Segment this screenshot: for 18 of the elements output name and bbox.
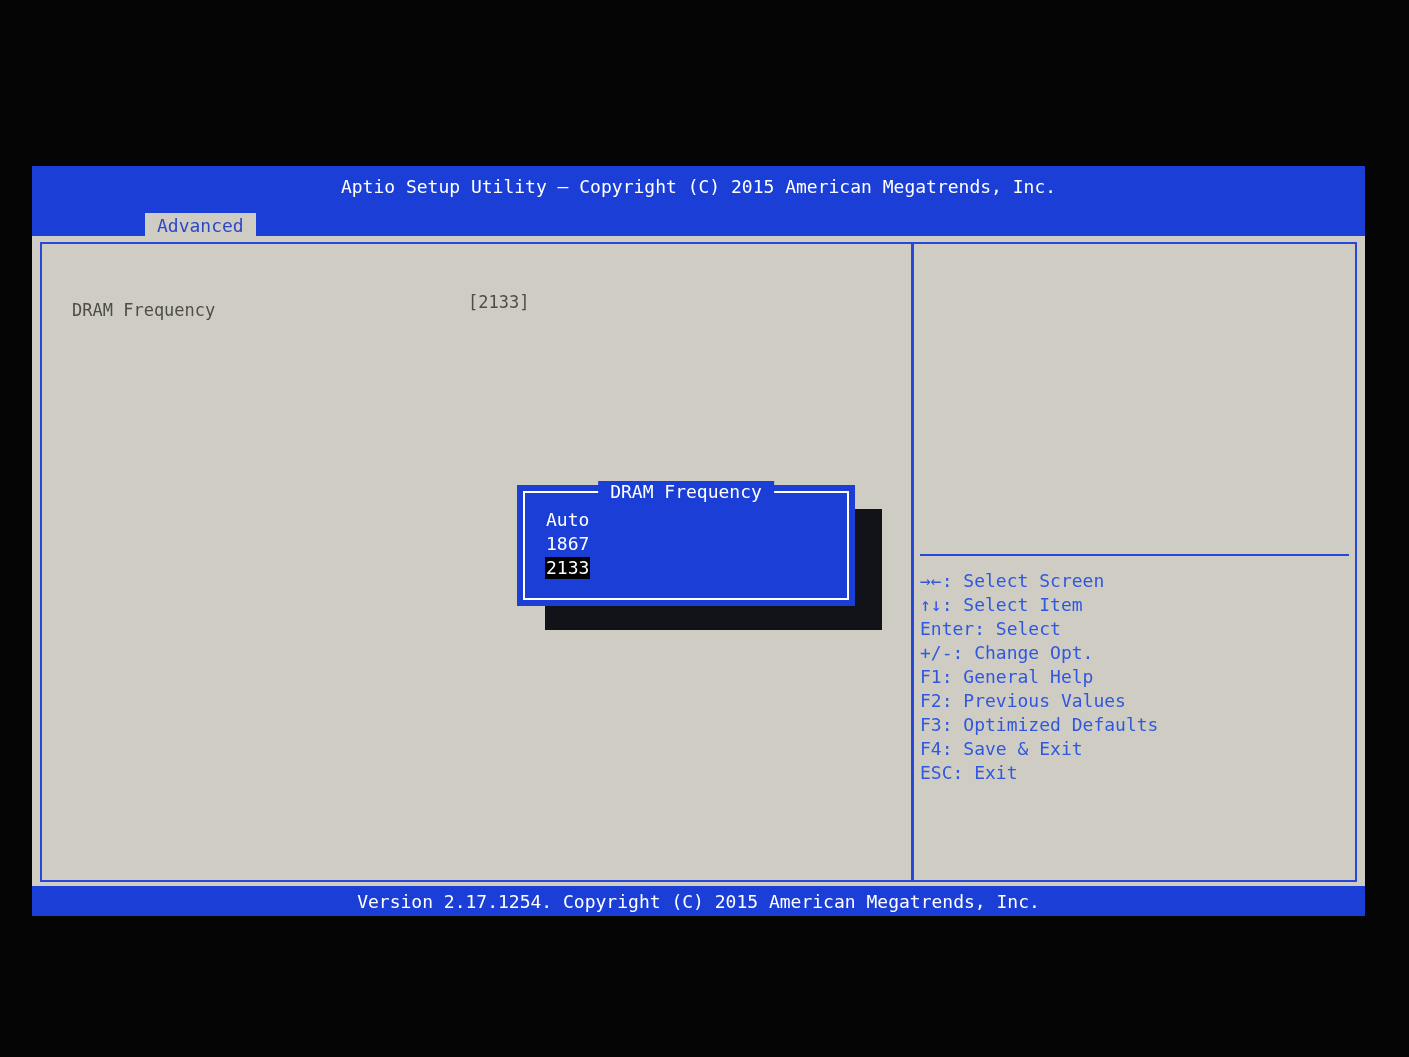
help-text: ↑↓: Select Item [920, 594, 1084, 615]
popup-title: DRAM Frequency [598, 481, 774, 502]
version-footer: Version 2.17.1254. Copyright (C) 2015 American Megatrends, Inc. [32, 886, 1365, 916]
window-title: Aptio Setup Utility – Copyright (C) 2015 American Megatrends, Inc. [340, 175, 1057, 197]
help-text: +/-: Change Opt. [920, 642, 1095, 663]
help-text: ESC: Exit [920, 762, 1019, 783]
help-text: F3: Optimized Defaults [920, 714, 1160, 735]
help-text: →←: Select Screen [920, 570, 1106, 591]
help-text: Enter: Select [920, 618, 1062, 639]
popup-option[interactable]: 2133 [545, 557, 591, 579]
popup-option[interactable]: 1867 [545, 533, 591, 555]
popup-option[interactable]: Auto [545, 509, 591, 531]
setting-value[interactable]: [2133] [468, 292, 530, 320]
help-text: F1: General Help [920, 666, 1095, 687]
help-text: F4: Save & Exit [920, 738, 1084, 759]
menu-tab[interactable]: Advanced [145, 213, 256, 236]
setting-label[interactable]: DRAM Frequency [72, 292, 468, 320]
help-text: F2: Previous Values [920, 690, 1127, 711]
